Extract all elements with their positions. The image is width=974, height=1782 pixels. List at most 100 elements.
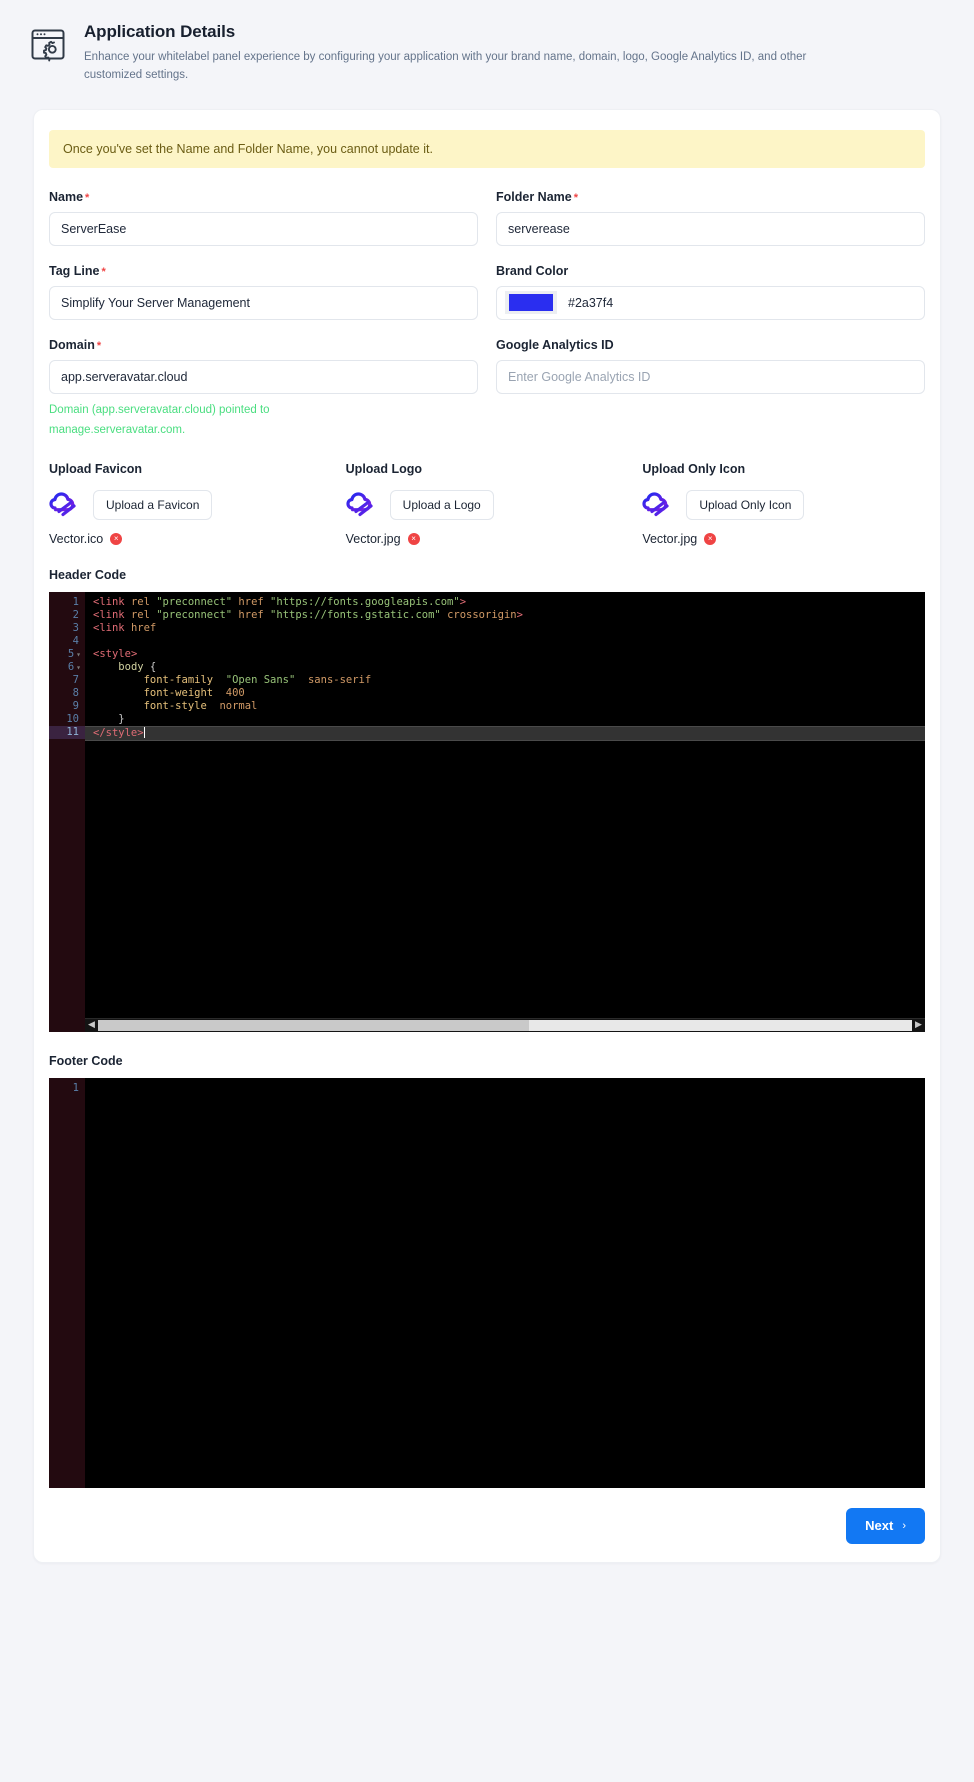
upload-favicon-row: Upload a Favicon	[49, 488, 332, 522]
application-details-card: Once you've set the Name and Folder Name…	[33, 108, 941, 1563]
card-footer: Next ›	[49, 1488, 925, 1544]
code-line[interactable]: }	[85, 713, 925, 726]
hscroll-track[interactable]	[98, 1019, 912, 1031]
page-title: Application Details	[84, 22, 236, 41]
header-code-editor[interactable]: 1 2 3 4 5 ▾ 6 ▾ 7 8 9 10 11 <link rel="preconnect" h…	[49, 591, 925, 1032]
name-input[interactable]	[49, 211, 478, 246]
next-button[interactable]: Next ›	[846, 1507, 925, 1544]
line-number: 8	[72, 686, 79, 699]
browser-settings-icon	[28, 24, 68, 64]
code-line[interactable]: <link href="https://fonts.googleapis.com…	[85, 622, 925, 635]
google-analytics-label: Google Analytics ID	[496, 338, 925, 352]
field-name: Name *	[49, 190, 478, 246]
line-number: 10	[66, 712, 79, 725]
next-button-label: Next	[865, 1518, 894, 1534]
remove-favicon-icon[interactable]: ×	[110, 532, 123, 545]
header-code-body[interactable]: <link rel="preconnect" href="https://fon…	[85, 592, 925, 1032]
brand-color-label: Brand Color	[496, 264, 925, 278]
code-line[interactable]: <style>	[85, 648, 925, 661]
line-number: 1	[72, 1081, 79, 1094]
footer-code-editor[interactable]: 1	[49, 1077, 925, 1488]
domain-label: Domain *	[49, 338, 478, 352]
text-caret	[143, 726, 145, 738]
code-line[interactable]: <link rel="preconnect" href="https://fon…	[85, 596, 925, 609]
tag-line-label: Tag Line *	[49, 264, 478, 278]
footer-code-body[interactable]	[85, 1078, 925, 1488]
header-texts: Application Details Enhance your whitela…	[84, 16, 824, 85]
upload-logo-group: Upload Logo Upload a Logo Vector.jpg ×	[346, 462, 629, 546]
folder-name-label: Folder Name *	[496, 190, 925, 204]
only-icon-preview-cloud-icon	[642, 488, 676, 522]
domain-required-asterisk: *	[96, 339, 102, 352]
line-number: 7	[72, 673, 79, 686]
field-folder-name: Folder Name *	[496, 190, 925, 246]
name-label-text: Name	[49, 189, 84, 204]
brand-color-label-text: Brand Color	[496, 263, 569, 278]
code-line[interactable]: font-family: "Open Sans", sans-serif;	[85, 674, 925, 687]
line-number: 3	[72, 621, 79, 634]
hscroll-right-arrow-icon[interactable]: ▶	[912, 1019, 925, 1032]
uploads-section: Upload Favicon Upload a Favicon Vector.i…	[49, 462, 925, 546]
code-line[interactable]	[85, 635, 925, 648]
chevron-right-icon: ›	[902, 1519, 906, 1532]
logo-preview-cloud-icon	[346, 488, 380, 522]
folder-name-required-asterisk: *	[573, 191, 578, 204]
hscroll-left-arrow-icon[interactable]: ◀	[85, 1019, 98, 1032]
brand-color-input[interactable]: #2a37f4	[496, 285, 925, 320]
code-line[interactable]: body {	[85, 661, 925, 674]
name-required-asterisk: *	[85, 191, 90, 204]
code-line[interactable]: </style>	[85, 725, 925, 741]
code-line[interactable]	[85, 1082, 925, 1095]
favicon-file-name: Vector.ico	[49, 531, 104, 546]
line-number: 5 ▾	[67, 647, 81, 660]
line-number: 2	[72, 608, 79, 621]
color-swatch[interactable]	[509, 294, 553, 312]
google-analytics-input[interactable]	[496, 359, 925, 394]
upload-only-icon-label: Upload Only Icon	[642, 461, 746, 476]
folder-name-label-text: Folder Name	[496, 189, 572, 204]
field-tag-line: Tag Line *	[49, 264, 478, 320]
remove-only-icon-icon[interactable]: ×	[704, 532, 717, 545]
favicon-preview-cloud-icon	[49, 488, 83, 522]
only-icon-file-name: Vector.jpg	[642, 531, 698, 546]
line-number: 1	[72, 595, 79, 608]
warning-banner: Once you've set the Name and Folder Name…	[49, 129, 925, 168]
line-number: 11	[49, 725, 85, 739]
upload-only-icon-group: Upload Only Icon Upload Only Icon Vector…	[642, 462, 925, 546]
domain-helper-text: Domain (app.serveravatar.cloud) pointed …	[49, 403, 270, 436]
upload-logo-label: Upload Logo	[345, 461, 423, 476]
logo-file-name: Vector.jpg	[345, 531, 401, 546]
tag-line-input[interactable]	[49, 285, 478, 320]
code-line[interactable]: font-style: normal;	[85, 700, 925, 713]
footer-code-gutter: 1	[49, 1077, 85, 1488]
name-label: Name *	[49, 190, 478, 204]
fold-arrow-icon: ▾	[76, 649, 81, 659]
upload-only-icon-button[interactable]: Upload Only Icon	[686, 489, 805, 520]
brand-color-value: #2a37f4	[568, 295, 614, 310]
header-code-gutter: 1 2 3 4 5 ▾ 6 ▾ 7 8 9 10 11	[49, 591, 85, 1032]
upload-logo-button[interactable]: Upload a Logo	[389, 489, 494, 520]
field-google-analytics: Google Analytics ID	[496, 338, 925, 440]
upload-favicon-group: Upload Favicon Upload a Favicon Vector.i…	[49, 462, 332, 546]
upload-logo-row: Upload a Logo	[346, 488, 629, 522]
field-domain: Domain* Domain (app.serveravatar.cloud) …	[49, 338, 478, 440]
logo-file-row: Vector.jpg ×	[346, 532, 629, 546]
code-line[interactable]: <link rel="preconnect" href="https://fon…	[85, 609, 925, 622]
fold-arrow-icon: ▾	[76, 662, 81, 672]
only-icon-file-row: Vector.jpg ×	[642, 532, 925, 546]
upload-favicon-label: Upload Favicon	[49, 461, 143, 476]
remove-logo-icon[interactable]: ×	[407, 532, 420, 545]
color-swatch-wrapper[interactable]	[505, 291, 557, 315]
header-code-label: Header Code	[49, 567, 127, 582]
domain-input[interactable]	[49, 359, 478, 394]
line-number: 4	[72, 634, 79, 647]
upload-favicon-button[interactable]: Upload a Favicon	[93, 489, 213, 520]
folder-name-input[interactable]	[496, 211, 925, 246]
header-code-hscrollbar[interactable]: ◀ ▶	[85, 1017, 925, 1032]
tag-line-required-asterisk: *	[101, 265, 106, 278]
form-grid: Name* Folder Name* Tag Line* Brand Color	[49, 190, 925, 458]
hscroll-thumb[interactable]	[98, 1019, 530, 1031]
tag-line-label-text: Tag Line	[49, 263, 100, 278]
footer-code-label: Footer Code	[49, 1053, 123, 1068]
code-line[interactable]: font-weight: 400;	[85, 687, 925, 700]
